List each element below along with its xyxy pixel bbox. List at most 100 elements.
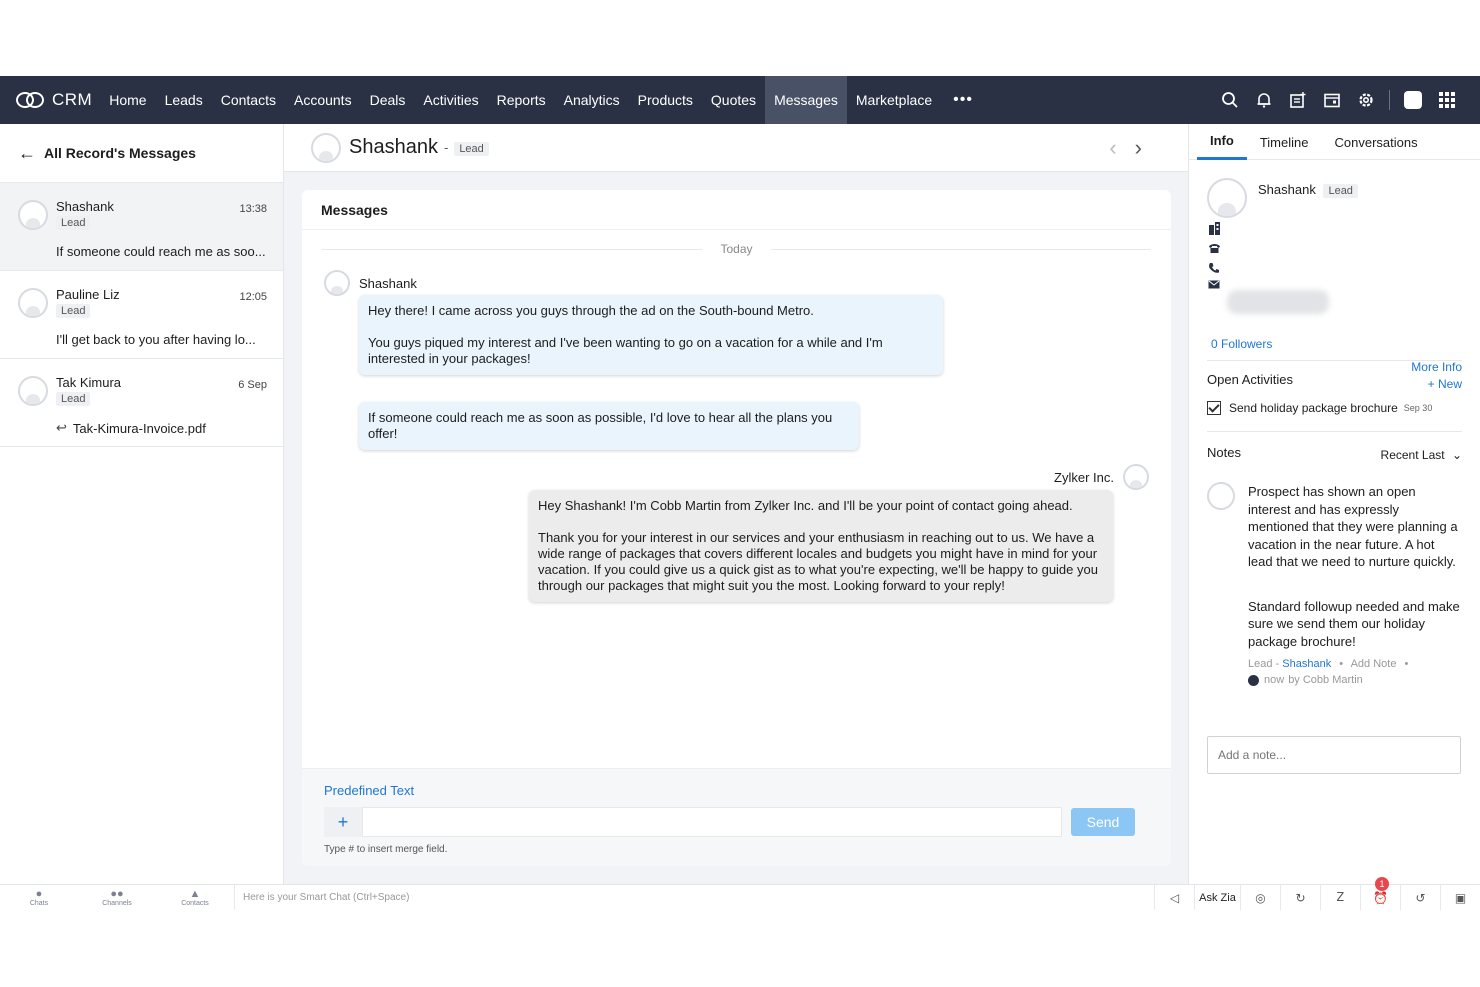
messages-card: Messages Today Shashank Hey there! I cam… [302,190,1171,866]
tab-timeline[interactable]: Timeline [1247,124,1322,160]
note-time-row: now by Cobb Martin [1248,674,1461,686]
gear-icon[interactable] [1349,76,1383,124]
nav-reports[interactable]: Reports [488,76,555,124]
contacts-button[interactable]: ▲ Contacts [156,887,234,907]
create-record-icon[interactable] [1281,76,1315,124]
phone-icon [1207,262,1221,277]
back-label: All Record's Messages [44,145,196,161]
clock-icon [1248,674,1259,686]
message-input[interactable] [362,807,1062,837]
message-text: Hey Shashank! I'm Cobb Martin from Zylke… [538,498,1073,513]
nav-leads[interactable]: Leads [156,76,212,124]
calendar-icon[interactable] [1315,76,1349,124]
activity-item[interactable]: Send holiday package brochure Sep 30 [1207,401,1462,415]
conversation-name: Shashank [56,199,114,214]
gamepad-icon[interactable]: ◎ [1240,884,1280,910]
conversation-item[interactable]: Pauline Liz Lead I'll get back to you af… [0,270,283,358]
history-icon[interactable]: ↺ [1400,884,1440,910]
task-checkbox-icon[interactable] [1207,401,1221,415]
new-activity-link[interactable]: + New [1428,377,1462,391]
message-text: If someone could reach me as soon as pos… [368,410,833,441]
conversation-item[interactable]: Shashank Lead If someone could reach me … [0,182,283,270]
nav-messages[interactable]: Messages [765,76,847,124]
email-icon [1207,280,1221,292]
add-attachment-button[interactable]: + [324,807,362,837]
message-composer: Predefined Text + Send Type # to insert … [302,768,1171,866]
previous-record-icon[interactable]: ‹ [1109,135,1116,161]
predefined-text-link[interactable]: Predefined Text [324,783,414,798]
nav-activities[interactable]: Activities [414,76,487,124]
reply-icon: ↩ [56,420,67,435]
note-author: by Cobb Martin [1288,674,1363,686]
recycle-bin-icon[interactable]: ▣ [1440,884,1480,910]
record-info-panel: Info Timeline Conversations Shashank Lea… [1188,124,1480,884]
info-tabs: Info Timeline Conversations [1189,124,1480,160]
nav-analytics[interactable]: Analytics [555,76,629,124]
refresh-icon[interactable]: ↻ [1280,884,1320,910]
more-menu-icon[interactable]: ••• [941,76,985,124]
conversation-time: 13:38 [239,203,267,215]
back-to-all-messages[interactable]: ← All Record's Messages [0,124,283,182]
building-icon [1207,222,1221,238]
search-icon[interactable] [1213,76,1247,124]
add-note-input[interactable] [1207,736,1461,774]
nav-deals[interactable]: Deals [361,76,415,124]
tab-info[interactable]: Info [1197,124,1247,160]
arrow-left-icon: ← [18,142,36,163]
alarm-icon[interactable]: ⏰ 1 [1360,876,1400,910]
notes-sort-dropdown[interactable]: Recent Last ⌄ [1381,448,1462,462]
note-time: now [1264,674,1285,686]
user-avatar[interactable] [1396,76,1430,124]
conversation-list-panel: ← All Record's Messages Shashank Lead If… [0,124,284,884]
bottom-bar: ● Chats ●● Channels ▲ Contacts Here is y… [0,876,1480,910]
note-meta-separator: - [1275,658,1280,670]
nav-marketplace[interactable]: Marketplace [847,76,941,124]
chevron-down-icon: ⌄ [1451,448,1462,462]
nav-products[interactable]: Products [629,76,702,124]
person-icon: ▲ [189,887,201,900]
nav-quotes[interactable]: Quotes [702,76,765,124]
message-text: You guys piqued my interest and I've bee… [368,335,883,366]
tab-conversations[interactable]: Conversations [1321,124,1430,160]
attachment-filename: Tak-Kimura-Invoice.pdf [72,420,206,436]
send-button[interactable]: Send [1071,808,1135,836]
conversation-item[interactable]: Tak Kimura Lead ↩ Tak-Kimura-Invoice.pdf… [0,358,283,446]
record-name: Shashank [1258,182,1316,197]
apps-grid-icon[interactable] [1430,76,1464,124]
bell-icon[interactable] [1247,76,1281,124]
conversation-snippet: I'll get back to you after having lo... [56,332,256,347]
name-separator: - [443,140,449,155]
avatar [1207,482,1235,510]
translate-icon[interactable]: Ꮓ [1320,884,1360,910]
lead-tag: Lead [56,392,91,406]
channels-button[interactable]: ●● Channels [78,888,156,907]
next-record-icon[interactable]: › [1135,135,1142,161]
avatar [18,200,48,230]
bottom-tools: ◁ Ask Zia ◎ ↻ Ꮓ ⏰ 1 ↺ ▣ [1154,876,1480,910]
add-note-link[interactable]: Add Note [1351,658,1397,670]
record-header: Shashank - Lead ‹ › [284,124,1188,172]
conversation-attachment: ↩ Tak-Kimura-Invoice.pdf [56,420,267,436]
ask-zia-button[interactable]: Ask Zia [1194,884,1240,910]
chats-label: Chats [29,899,49,907]
brand[interactable]: CRM [16,90,92,110]
megaphone-icon[interactable]: ◁ [1154,884,1194,910]
note-record-link[interactable]: Shashank [1282,658,1331,670]
outgoing-message: Hey Shashank! I'm Cobb Martin from Zylke… [529,490,1113,602]
record-summary: Shashank Lead 0 Followers More Info [1189,160,1480,374]
chats-button[interactable]: ● Chats [0,888,78,907]
record-name: Shashank [349,136,438,158]
record-pager: ‹ › [1109,135,1142,161]
note-text: Prospect has shown an open interest and … [1248,484,1458,569]
followers-link[interactable]: 0 Followers [1211,337,1272,351]
nav-accounts[interactable]: Accounts [285,76,361,124]
nav-divider [1389,90,1390,110]
smart-chat-input[interactable]: Here is your Smart Chat (Ctrl+Space) [234,884,1154,910]
conversation-name: Tak Kimura [56,375,122,390]
nav-home[interactable]: Home [100,76,155,124]
nav-items: Home Leads Contacts Accounts Deals Activ… [100,76,941,124]
top-nav: CRM Home Leads Contacts Accounts Deals A… [0,76,1480,124]
conversation-time: 12:05 [239,291,267,303]
nav-contacts[interactable]: Contacts [212,76,285,124]
activity-title: Send holiday package brochure [1229,401,1398,415]
